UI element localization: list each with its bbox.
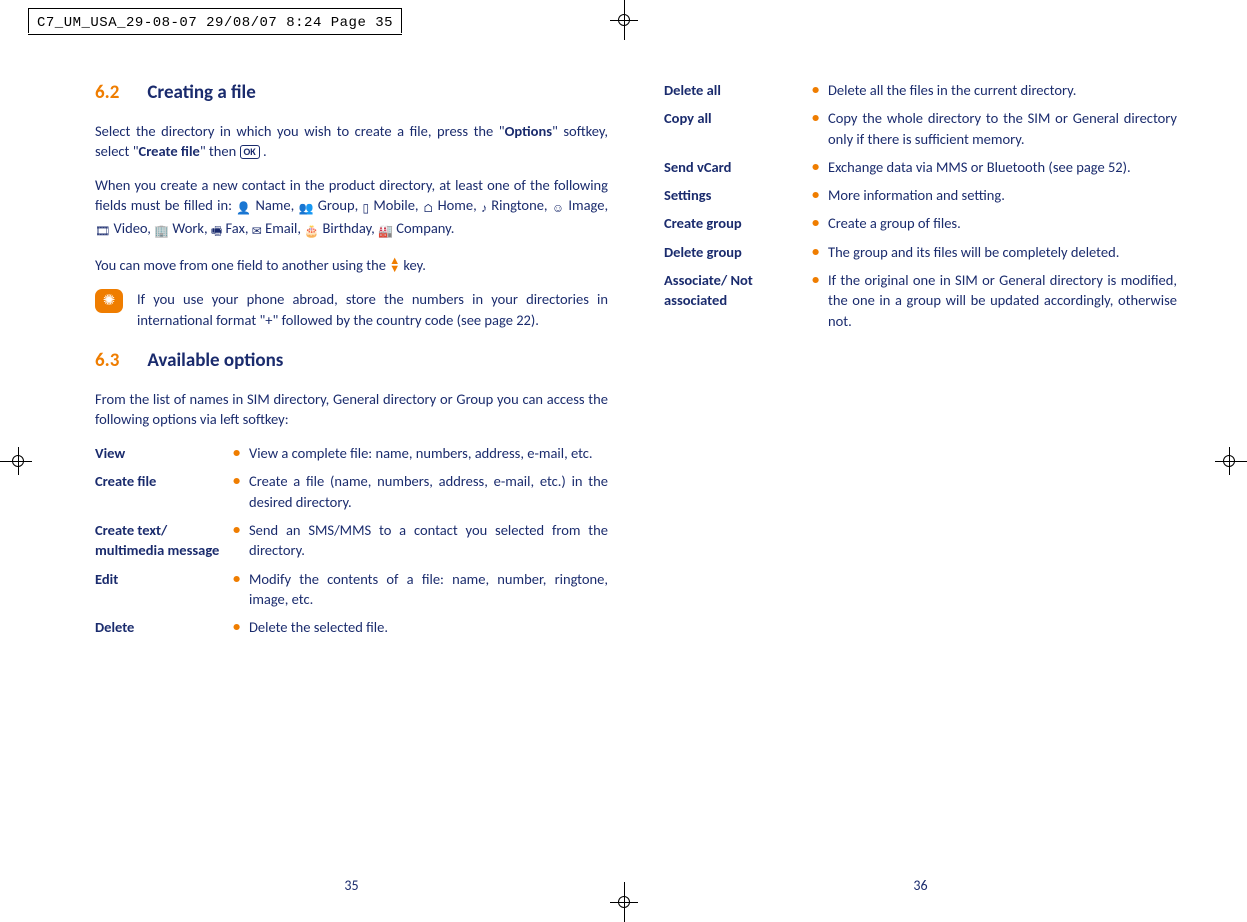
option-label: Associate/ Not associated <box>664 270 804 311</box>
option-row: Edit • Modify the contents of a file: na… <box>95 569 608 610</box>
option-label: Delete group <box>664 242 804 262</box>
registration-mark-bottom <box>604 882 644 922</box>
option-row: Send vCard • Exchange data via MMS or Bl… <box>664 157 1177 177</box>
option-description: Copy the whole directory to the SIM or G… <box>828 108 1177 149</box>
section-6-3-intro: From the list of names in SIM directory,… <box>95 389 608 430</box>
page-right: Delete all • Delete all the files in the… <box>664 80 1177 862</box>
option-description: Create a file (name, numbers, address, e… <box>249 471 608 512</box>
work-icon: 🏢 <box>154 224 169 241</box>
option-label: Edit <box>95 569 225 589</box>
option-row: Delete all • Delete all the files in the… <box>664 80 1177 100</box>
bullet-icon: • <box>812 213 820 232</box>
option-description: Send an SMS/MMS to a contact you selecte… <box>249 520 608 561</box>
mobile-icon: ▯ <box>363 201 370 218</box>
option-label: Create text/ multimedia message <box>95 520 225 561</box>
up-down-key-icon: ▲▼ <box>389 257 400 273</box>
option-description: More information and setting. <box>828 185 1177 205</box>
bullet-icon: • <box>812 108 820 127</box>
option-row: Create text/ multimedia message • Send a… <box>95 520 608 561</box>
registration-mark-top <box>604 0 644 40</box>
option-row: Delete group • The group and its files w… <box>664 242 1177 262</box>
section-title: Creating a file <box>147 81 255 104</box>
page-number-left: 35 <box>344 876 358 896</box>
bullet-icon: • <box>812 270 820 289</box>
option-description: Create a group of files. <box>828 213 1177 233</box>
section-6-3-heading: 6.3 Available options <box>95 348 608 375</box>
bullet-icon: • <box>233 520 241 539</box>
option-description: Modify the contents of a file: name, num… <box>249 569 608 610</box>
section-6-2-paragraph-2: When you create a new contact in the pro… <box>95 175 608 241</box>
bullet-icon: • <box>233 471 241 490</box>
email-icon: ✉ <box>252 224 262 241</box>
video-icon: 🎞 <box>95 224 110 241</box>
option-description: Exchange data via MMS or Bluetooth (see … <box>828 157 1177 177</box>
option-label: View <box>95 443 225 463</box>
option-description: Delete the selected file. <box>249 617 608 637</box>
person-icon: 👤 <box>236 201 251 218</box>
option-row: View • View a complete file: name, numbe… <box>95 443 608 463</box>
option-row: Associate/ Not associated • If the origi… <box>664 270 1177 331</box>
option-label: Delete <box>95 617 225 637</box>
section-number: 6.2 <box>95 81 119 104</box>
option-description: Delete all the files in the current dire… <box>828 80 1177 100</box>
lightbulb-icon: ✺ <box>95 289 123 313</box>
bullet-icon: • <box>233 443 241 462</box>
print-job-info: C7_UM_USA_29-08-07 29/08/07 8:24 Page 35 <box>28 8 402 33</box>
option-label: Create group <box>664 213 804 233</box>
section-title: Available options <box>147 349 283 372</box>
print-info-underline <box>28 34 402 35</box>
option-row: Create group • Create a group of files. <box>664 213 1177 233</box>
company-icon: 🏭 <box>378 224 393 241</box>
option-row: Create file • Create a file (name, numbe… <box>95 471 608 512</box>
tip-text: If you use your phone abroad, store the … <box>137 289 608 330</box>
ok-key-icon: OK <box>240 145 260 159</box>
option-row: Delete • Delete the selected file. <box>95 617 608 637</box>
fax-icon: 🖷 <box>211 224 222 241</box>
bullet-icon: • <box>812 242 820 261</box>
image-icon: ☺ <box>552 201 564 218</box>
registration-mark-right <box>1215 447 1243 475</box>
bullet-icon: • <box>812 185 820 204</box>
option-label: Copy all <box>664 108 804 128</box>
option-label: Send vCard <box>664 157 804 177</box>
home-icon: ⌂ <box>423 201 434 218</box>
tip-callout: ✺ If you use your phone abroad, store th… <box>95 289 608 330</box>
birthday-icon: 🎂 <box>304 224 319 241</box>
bullet-icon: • <box>233 617 241 636</box>
option-label: Delete all <box>664 80 804 100</box>
ringtone-icon: ♪ <box>481 201 487 218</box>
section-6-2-paragraph-1: Select the directory in which you wish t… <box>95 121 608 162</box>
page-spread: 6.2 Creating a file Select the directory … <box>95 80 1177 862</box>
section-6-2-paragraph-3: You can move from one field to another u… <box>95 255 608 275</box>
option-description: View a complete file: name, numbers, add… <box>249 443 608 463</box>
bullet-icon: • <box>812 80 820 99</box>
page-left: 6.2 Creating a file Select the directory … <box>95 80 608 862</box>
option-label: Settings <box>664 185 804 205</box>
section-6-2-heading: 6.2 Creating a file <box>95 80 608 107</box>
option-label: Create file <box>95 471 225 491</box>
option-row: Settings • More information and setting. <box>664 185 1177 205</box>
registration-mark-left <box>4 447 32 475</box>
bullet-icon: • <box>812 157 820 176</box>
option-description: The group and its files will be complete… <box>828 242 1177 262</box>
section-number: 6.3 <box>95 349 119 372</box>
page-number-right: 36 <box>913 876 927 896</box>
group-icon: 👥 <box>299 201 314 218</box>
option-description: If the original one in SIM or General di… <box>828 270 1177 331</box>
option-row: Copy all • Copy the whole directory to t… <box>664 108 1177 149</box>
bullet-icon: • <box>233 569 241 588</box>
